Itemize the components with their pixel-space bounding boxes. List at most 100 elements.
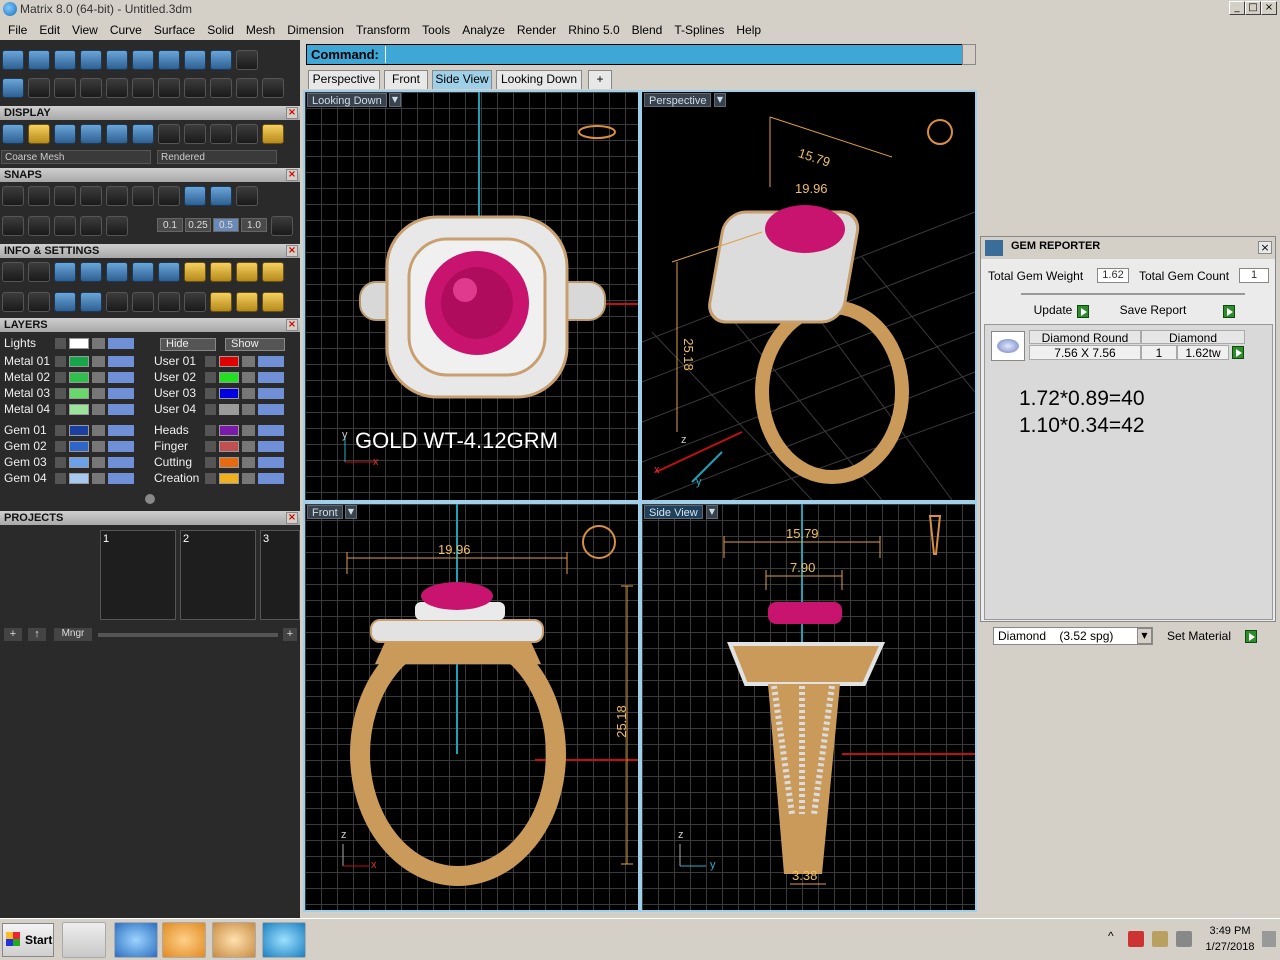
layer-visible-icon[interactable] [108, 473, 134, 484]
layer-visible-icon[interactable] [108, 388, 134, 399]
align-icon[interactable] [236, 292, 258, 312]
menu-mesh[interactable]: Mesh [240, 23, 281, 37]
viewport-perspective[interactable]: 15.79 19.96 25.18 x y z Perspective ▼ [642, 92, 975, 500]
bend-icon[interactable] [54, 78, 76, 98]
info-close-icon[interactable]: × [286, 245, 298, 257]
menu-help[interactable]: Help [730, 23, 767, 37]
layer-color-swatch[interactable] [219, 356, 239, 367]
layer-arrow-icon[interactable] [55, 441, 66, 452]
layers-close-icon[interactable]: × [286, 319, 298, 331]
viewport-label-front[interactable]: Front [307, 505, 343, 519]
layer-lock-icon[interactable] [92, 356, 105, 367]
layer-visible-icon[interactable] [258, 372, 284, 383]
snap-value-1[interactable]: 0.1 [157, 218, 183, 232]
layer-row[interactable]: Finger [150, 439, 290, 454]
material-chevron-down-icon[interactable]: ▼ [1137, 628, 1152, 644]
project-slot-1[interactable]: 1 [100, 530, 176, 620]
layer-visible-icon[interactable] [108, 372, 134, 383]
layer-lock-icon[interactable] [92, 425, 105, 436]
up-project-button[interactable]: ↑ [28, 628, 46, 641]
select-icon[interactable] [132, 292, 154, 312]
tray-network-icon[interactable] [1152, 931, 1168, 947]
sweep-icon[interactable] [158, 78, 180, 98]
planar-icon[interactable] [54, 216, 76, 236]
projects-close-icon[interactable]: × [286, 512, 298, 524]
snap-quad-icon[interactable] [210, 186, 232, 206]
xray-icon[interactable] [106, 124, 128, 144]
layer-row[interactable]: User 03 [150, 386, 290, 401]
snap-value-2[interactable]: 0.25 [185, 218, 211, 232]
layer-visible-icon[interactable] [258, 425, 284, 436]
snap-point-2-icon[interactable] [210, 292, 232, 312]
lights-lock-icon[interactable] [92, 338, 105, 349]
gem-reporter-slider[interactable] [1021, 293, 1245, 295]
menu-view[interactable]: View [66, 23, 104, 37]
project-slot-2[interactable]: 2 [180, 530, 256, 620]
chevron-down-icon[interactable]: ▼ [714, 93, 726, 107]
cylinder-icon[interactable] [80, 292, 102, 312]
layer-lock-icon[interactable] [242, 404, 255, 415]
layer-lock-icon[interactable] [92, 388, 105, 399]
monitor-icon[interactable] [28, 292, 50, 312]
layer-color-swatch[interactable] [69, 473, 89, 484]
circle-icon[interactable] [262, 78, 284, 98]
copy-icon[interactable] [210, 262, 232, 282]
project-slot-3[interactable]: 3 [260, 530, 300, 620]
curve-tool-icon[interactable] [132, 50, 154, 70]
settings-icon[interactable] [2, 262, 24, 282]
snap-end-icon[interactable] [2, 186, 24, 206]
tab-looking-down[interactable]: Looking Down [496, 70, 582, 89]
rotate-icon[interactable] [132, 78, 154, 98]
snap-mid-icon[interactable] [80, 186, 102, 206]
gem-row-play-icon[interactable] [1232, 346, 1244, 359]
restore-button[interactable]: □ [1245, 1, 1261, 15]
tab-side-view[interactable]: Side View [432, 70, 492, 89]
layer-lock-icon[interactable] [242, 425, 255, 436]
gem-reporter-close-icon[interactable]: × [1258, 241, 1272, 254]
internet-explorer-icon[interactable] [114, 922, 158, 958]
layer-arrow-icon[interactable] [55, 372, 66, 383]
surface-tool-icon[interactable] [54, 50, 76, 70]
collapse-icon[interactable] [145, 494, 155, 504]
layer-lock-icon[interactable] [92, 404, 105, 415]
grid-toggle-icon[interactable] [132, 124, 154, 144]
points-icon[interactable] [2, 78, 24, 98]
page-tool-icon[interactable] [106, 50, 128, 70]
rendered-icon[interactable] [80, 124, 102, 144]
matrix-app-icon[interactable] [262, 922, 306, 958]
material-select[interactable]: Diamond (3.52 spg) [993, 627, 1153, 645]
build-tool-icon[interactable] [2, 50, 24, 70]
layer-lock-icon[interactable] [242, 441, 255, 452]
add-project-button[interactable]: + [4, 628, 22, 641]
material-3-icon[interactable] [210, 124, 232, 144]
material-5-icon[interactable] [262, 124, 284, 144]
material-1-icon[interactable] [158, 124, 180, 144]
grid-snap-icon[interactable] [2, 216, 24, 236]
layer-row[interactable]: Cutting [150, 455, 290, 470]
viewport-side-view[interactable]: 15.79 7.90 3.38 z y Side View ▼ [642, 504, 975, 910]
layer-color-swatch[interactable] [219, 441, 239, 452]
viewport-looking-down[interactable]: GOLD WT-4.12GRM y x Looking Down ▼ [305, 92, 638, 500]
osnap-icon[interactable] [80, 216, 102, 236]
layer-row[interactable]: Gem 04 [0, 471, 140, 486]
update-play-icon[interactable] [1077, 305, 1089, 318]
command-scrollbar[interactable] [962, 44, 976, 65]
layer-visible-icon[interactable] [108, 425, 134, 436]
menu-tools[interactable]: Tools [416, 23, 456, 37]
filter-icon[interactable] [106, 292, 128, 312]
ortho-icon[interactable] [28, 216, 50, 236]
snap-grid-icon[interactable] [271, 216, 293, 236]
viewport-label-perspective[interactable]: Perspective [644, 93, 712, 107]
layer-row-lights[interactable]: Lights [0, 336, 140, 351]
layer-arrow-icon[interactable] [205, 388, 216, 399]
report-icon[interactable] [158, 292, 180, 312]
menu-tsplines[interactable]: T-Splines [668, 23, 730, 37]
layer-color-swatch[interactable] [219, 404, 239, 415]
layer-row[interactable]: Metal 02 [0, 370, 140, 385]
color-icon[interactable] [158, 262, 180, 282]
layer-lock-icon[interactable] [242, 388, 255, 399]
chevron-down-icon[interactable]: ▼ [345, 505, 357, 519]
snap-value-4[interactable]: 1.0 [241, 218, 267, 232]
cube-icon[interactable] [80, 262, 102, 282]
material-2-icon[interactable] [184, 124, 206, 144]
